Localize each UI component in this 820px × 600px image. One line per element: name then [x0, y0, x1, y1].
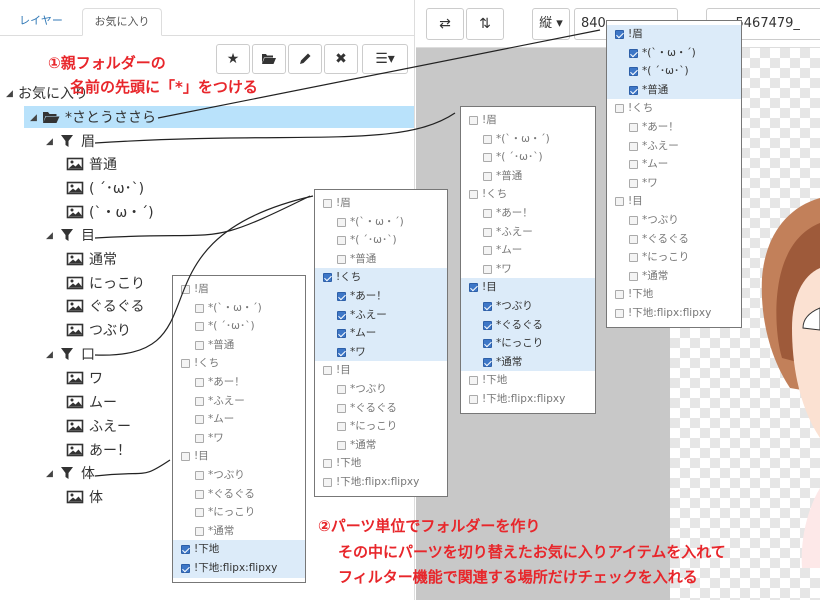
annotation-2-line1: ②パーツ単位でフォルダーを作り	[318, 517, 541, 535]
annotation-1-line1: ①親フォルダーの	[48, 54, 166, 72]
annotation-1-line2: 名前の先頭に「*」をつける	[70, 78, 258, 96]
annotation-2-line2: その中にパーツを切り替えたお気に入りアイテムを入れて	[338, 543, 726, 561]
annotation-2-line3: フィルター機能で関連する場所だけチェックを入れる	[338, 568, 698, 586]
